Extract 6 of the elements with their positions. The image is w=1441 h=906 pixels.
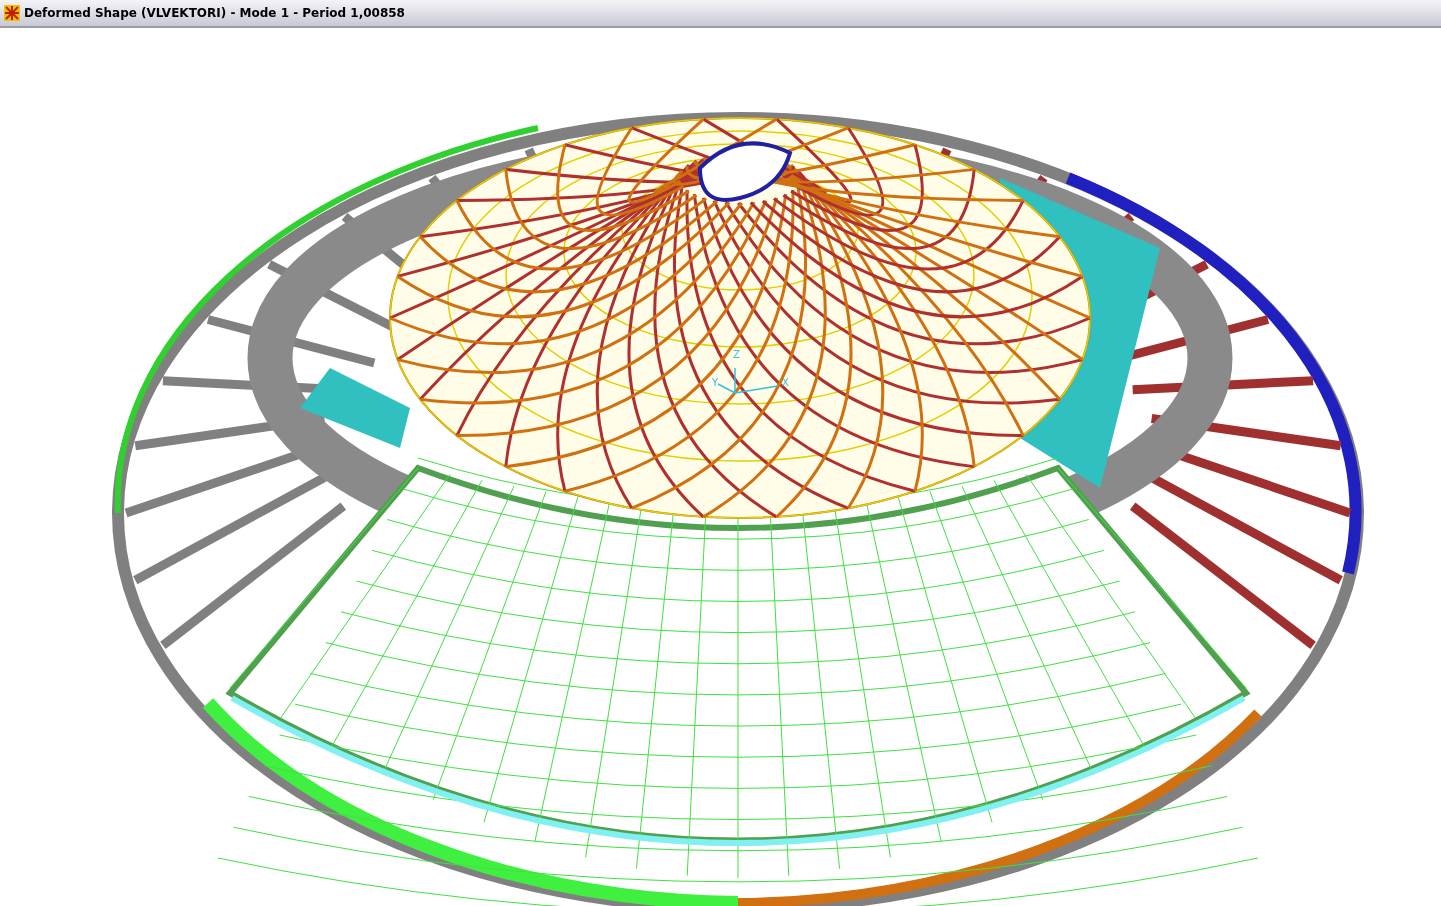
axis-label: X [782,377,789,388]
app-icon [4,5,20,21]
axis-label: Y [712,377,719,388]
axis-label: Z [733,349,740,360]
axis-triad-icon [717,367,779,394]
window-title: Deformed Shape (VLVEKTORI) - Mode 1 - Period 1,00858 [24,6,405,20]
